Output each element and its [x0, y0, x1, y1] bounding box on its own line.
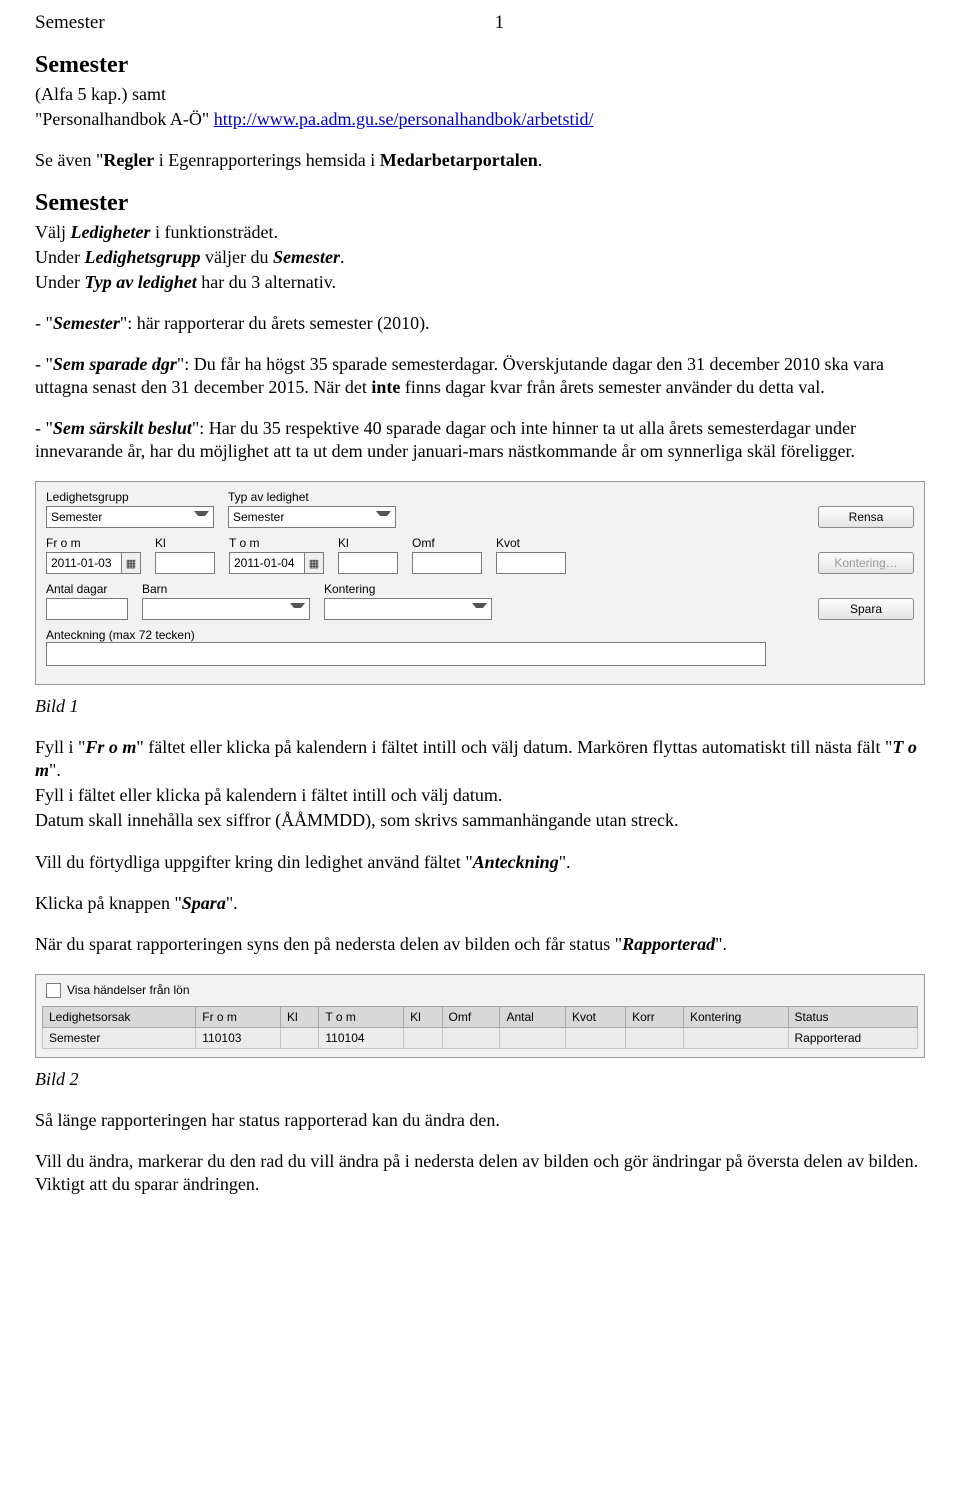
label-tom: T o m — [229, 536, 324, 550]
p-anteckning: Vill du förtydliga uppgifter kring din l… — [35, 851, 925, 874]
th-tom: T o m — [319, 1006, 404, 1027]
chevron-down-icon — [290, 603, 305, 615]
p-date-format: Datum skall innehålla sex siffror (ÅÅMMD… — [35, 809, 925, 832]
p-fill-from: Fyll i "Fr o m" fältet eller klicka på k… — [35, 736, 925, 782]
th-antal: Antal — [500, 1006, 566, 1027]
p-sarskilt-desc: - "Sem särskilt beslut": Har du 35 respe… — [35, 417, 925, 463]
chevron-down-icon — [472, 603, 487, 615]
calendar-icon[interactable]: ▦ — [305, 552, 324, 574]
input-kl1[interactable] — [155, 552, 215, 574]
th-kl: Kl — [280, 1006, 318, 1027]
intro-line2: "Personalhandbok A-Ö" http://www.pa.adm.… — [35, 108, 925, 131]
checkbox-label: Visa händelser från lön — [67, 983, 190, 997]
calendar-icon[interactable]: ▦ — [122, 552, 141, 574]
input-kvot[interactable] — [496, 552, 566, 574]
label-kontering: Kontering — [324, 582, 492, 596]
checkbox-icon — [46, 983, 61, 998]
label-typ: Typ av ledighet — [228, 490, 396, 504]
label-anteckning: Anteckning (max 72 tecken) — [46, 628, 195, 642]
p-edit-instructions: Vill du ändra, markerar du den rad du vi… — [35, 1150, 925, 1196]
page-number: 1 — [495, 12, 505, 34]
personalhandbok-link[interactable]: http://www.pa.adm.gu.se/personalhandbok/… — [214, 109, 594, 129]
th-status: Status — [788, 1006, 917, 1027]
p-fill-field: Fyll i fältet eller klicka på kalendern … — [35, 784, 925, 807]
input-from[interactable]: 2011-01-03 — [46, 552, 122, 574]
th-kvot: Kvot — [565, 1006, 625, 1027]
checkbox-visa-handelser[interactable]: Visa händelser från lön — [42, 983, 918, 998]
field-ledighetsgrupp: Ledighetsgrupp Semester — [46, 490, 214, 528]
p-status-rapporterad: När du sparat rapporteringen syns den på… — [35, 933, 925, 956]
table-row[interactable]: Semester 110103 110104 Rapporterad — [43, 1027, 918, 1048]
label-kl2: Kl — [338, 536, 398, 550]
input-antal[interactable] — [46, 598, 128, 620]
th-ledighetsorsak: Ledighetsorsak — [43, 1006, 196, 1027]
p-valj-ledigheter: Välj Ledigheter i funktionsträdet. — [35, 221, 925, 244]
p-sparade-desc: - "Sem sparade dgr": Du får ha högst 35 … — [35, 353, 925, 399]
caption-bild-2: Bild 2 — [35, 1068, 925, 1091]
field-omf: Omf — [412, 536, 482, 574]
chevron-down-icon — [376, 511, 391, 523]
field-antal: Antal dagar — [46, 582, 128, 620]
kontering-button[interactable]: Kontering… — [818, 552, 914, 574]
th-from: Fr o m — [196, 1006, 281, 1027]
select-kontering[interactable] — [324, 598, 492, 620]
intro-line1: (Alfa 5 kap.) samt — [35, 83, 925, 106]
events-table-panel: Visa händelser från lön Ledighetsorsak F… — [35, 974, 925, 1058]
field-kontering: Kontering — [324, 582, 492, 620]
document-header: Semester 1 — [35, 12, 925, 34]
leave-form-panel: Ledighetsgrupp Semester Typ av ledighet … — [35, 481, 925, 685]
label-kvot: Kvot — [496, 536, 566, 550]
caption-bild-1: Bild 1 — [35, 695, 925, 718]
field-barn: Barn — [142, 582, 310, 620]
p-ledighetsgrupp: Under Ledighetsgrupp väljer du Semester. — [35, 246, 925, 269]
table-header-row: Ledighetsorsak Fr o m Kl T o m Kl Omf An… — [43, 1006, 918, 1027]
p-status-editable: Så länge rapporteringen har status rappo… — [35, 1109, 925, 1132]
label-ledighetsgrupp: Ledighetsgrupp — [46, 490, 214, 504]
select-ledighetsgrupp[interactable]: Semester — [46, 506, 214, 528]
header-title: Semester — [35, 12, 105, 34]
field-kvot: Kvot — [496, 536, 566, 574]
input-tom[interactable]: 2011-01-04 — [229, 552, 305, 574]
input-kl2[interactable] — [338, 552, 398, 574]
p-klicka-spara: Klicka på knappen "Spara". — [35, 892, 925, 915]
th-kl2: Kl — [404, 1006, 442, 1027]
field-kl2: Kl — [338, 536, 398, 574]
p-typ-av-ledighet: Under Typ av ledighet har du 3 alternati… — [35, 271, 925, 294]
input-anteckning[interactable] — [46, 642, 766, 666]
spara-button[interactable]: Spara — [818, 598, 914, 620]
rensa-button[interactable]: Rensa — [818, 506, 914, 528]
label-antal: Antal dagar — [46, 582, 128, 596]
select-barn[interactable] — [142, 598, 310, 620]
events-table: Ledighetsorsak Fr o m Kl T o m Kl Omf An… — [42, 1006, 918, 1049]
p-semester-desc: - "Semester": här rapporterar du årets s… — [35, 312, 925, 335]
label-from: Fr o m — [46, 536, 141, 550]
field-tom: T o m 2011-01-04 ▦ — [229, 536, 324, 574]
heading-semester-2: Semester — [35, 190, 925, 217]
th-omf: Omf — [442, 1006, 500, 1027]
input-omf[interactable] — [412, 552, 482, 574]
th-korr: Korr — [626, 1006, 684, 1027]
field-from: Fr o m 2011-01-03 ▦ — [46, 536, 141, 574]
label-kl1: Kl — [155, 536, 215, 550]
select-typ[interactable]: Semester — [228, 506, 396, 528]
chevron-down-icon — [194, 511, 209, 523]
intro-se-aven: Se även "Regler i Egenrapporterings hems… — [35, 149, 925, 172]
field-typ: Typ av ledighet Semester — [228, 490, 396, 528]
label-barn: Barn — [142, 582, 310, 596]
heading-semester-1: Semester — [35, 52, 925, 79]
th-kontering: Kontering — [683, 1006, 788, 1027]
field-kl1: Kl — [155, 536, 215, 574]
label-omf: Omf — [412, 536, 482, 550]
